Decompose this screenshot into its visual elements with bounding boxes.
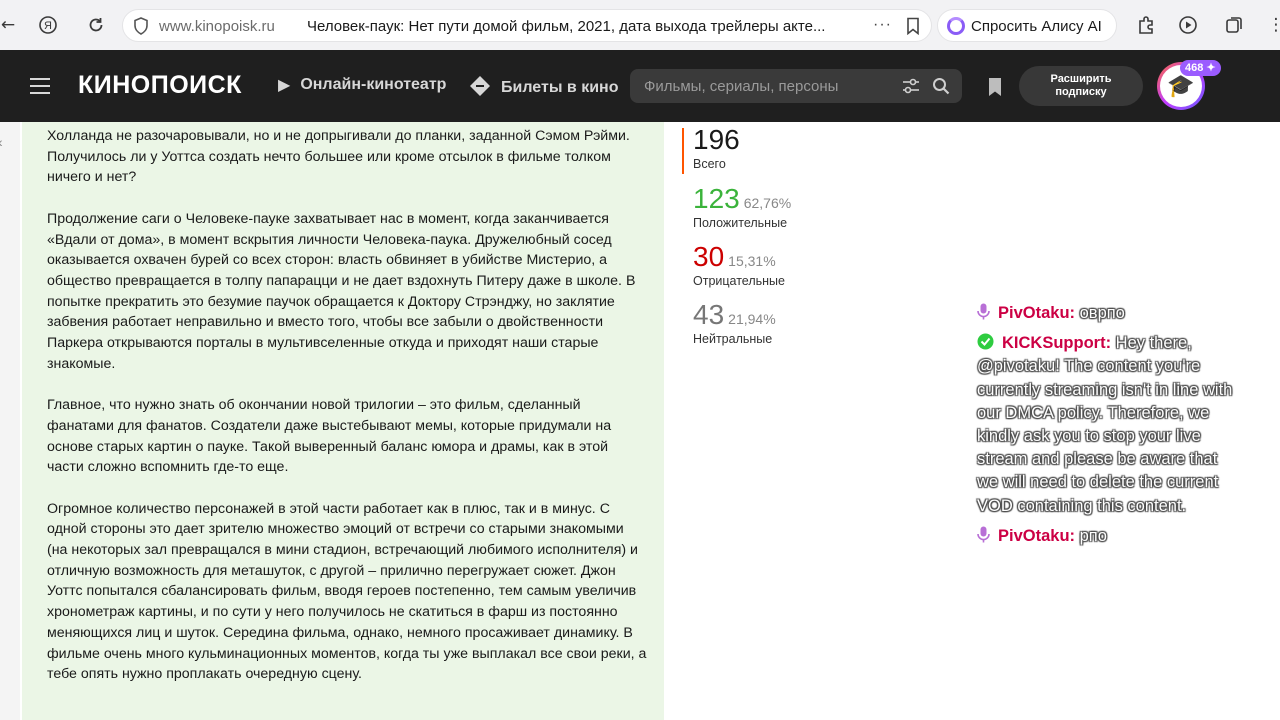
nav-cinema-tickets-label: Билеты в кино bbox=[501, 79, 619, 96]
review-paragraph: Холланда не разочаровывали, но и не допр… bbox=[47, 128, 630, 186]
stat-positive-pct: 62,76% bbox=[743, 195, 792, 211]
review-card: Холланда не разочаровывали, но и не допр… bbox=[22, 122, 664, 720]
nav-online-cinema-label: Онлайн-кинотеатр bbox=[300, 75, 447, 93]
ticket-icon bbox=[469, 75, 491, 101]
chat-username[interactable]: KICKSupport bbox=[1002, 334, 1106, 352]
review-paragraph: Продолжение саги о Человеке-пауке захват… bbox=[47, 210, 636, 372]
alice-label: Спросить Алису AI bbox=[971, 18, 1102, 35]
svg-text:Я: Я bbox=[44, 20, 52, 32]
search-icon[interactable] bbox=[932, 77, 950, 95]
browser-toolbar: ← Я www.kinopoisk.ru Человек-паук: Нет п… bbox=[0, 0, 1280, 50]
media-icon[interactable] bbox=[1176, 13, 1200, 37]
stat-neutral-label: Нейтральные bbox=[693, 332, 773, 346]
stat-negative[interactable]: 30 15,31% Отрицательные bbox=[693, 241, 785, 288]
mic-icon bbox=[977, 526, 990, 543]
chat-separator: : bbox=[1069, 304, 1076, 322]
kinopoisk-logo[interactable]: КИНОПОИСК bbox=[78, 71, 242, 100]
chat-text: Hey there, @pivotaku! The content you're… bbox=[977, 334, 1233, 515]
review-paragraph: Главное, что нужно знать об окончании но… bbox=[47, 397, 612, 476]
stat-positive-value: 123 bbox=[693, 183, 740, 214]
alice-icon bbox=[947, 17, 965, 35]
left-edge-panel: ‹ bbox=[0, 122, 20, 720]
page-tab-title[interactable]: Человек-паук: Нет пути домой фильм, 2021… bbox=[307, 18, 825, 35]
upgrade-label-line2: подписку bbox=[1055, 86, 1107, 98]
bookmark-icon[interactable] bbox=[905, 17, 921, 35]
stat-neutral[interactable]: 43 21,94% Нейтральные bbox=[693, 299, 776, 346]
stat-total: 196 Всего bbox=[693, 124, 740, 171]
chat-separator: : bbox=[1069, 526, 1076, 545]
stat-total-value: 196 bbox=[693, 124, 740, 155]
bookmark-icon[interactable] bbox=[987, 77, 1003, 97]
chevron-left-icon[interactable]: ‹ bbox=[0, 134, 3, 150]
chat-text: оврпо bbox=[1079, 304, 1125, 322]
hamburger-menu-icon[interactable] bbox=[30, 78, 50, 94]
upgrade-subscription-button[interactable]: Расширить подписку bbox=[1019, 66, 1143, 106]
chat-username[interactable]: PivOtaku bbox=[998, 527, 1070, 545]
menu-dots-icon[interactable]: ⋮ bbox=[1264, 13, 1280, 37]
notification-badge: 468 ✦ bbox=[1180, 60, 1221, 76]
upgrade-label-line1: Расширить bbox=[1050, 73, 1112, 85]
nav-cinema-tickets[interactable]: Билеты в кино bbox=[469, 75, 618, 101]
chat-separator: : bbox=[1105, 334, 1112, 353]
stat-positive-label: Положительные bbox=[693, 216, 788, 230]
search-box[interactable] bbox=[630, 69, 962, 103]
more-icon[interactable]: ··· bbox=[873, 16, 892, 34]
badge-count: 468 bbox=[1185, 62, 1204, 74]
stat-neutral-value: 43 bbox=[693, 299, 725, 330]
site-header: КИНОПОИСК ▶ Онлайн-кинотеатр Билеты в ки… bbox=[0, 50, 1280, 122]
stream-chat-overlay: PivOtaku: оврпо KICKSupport: Hey there, … bbox=[977, 302, 1237, 555]
chat-message: PivOtaku: рпо bbox=[977, 525, 1237, 548]
stat-positive[interactable]: 123 62,76% Положительные bbox=[693, 183, 791, 230]
stat-total-label: Всего bbox=[693, 157, 726, 171]
chat-text: рпо bbox=[1079, 526, 1107, 545]
stat-negative-label: Отрицательные bbox=[693, 274, 785, 288]
chat-message: KICKSupport: Hey there, @pivotaku! The c… bbox=[977, 332, 1237, 518]
shield-icon[interactable] bbox=[133, 17, 149, 35]
stat-neutral-pct: 21,94% bbox=[728, 311, 776, 327]
back-icon[interactable]: ← bbox=[0, 13, 20, 37]
reload-icon[interactable] bbox=[84, 13, 108, 37]
search-input[interactable] bbox=[644, 76, 874, 96]
address-domain[interactable]: www.kinopoisk.ru bbox=[159, 18, 275, 35]
address-bar[interactable]: www.kinopoisk.ru Человек-паук: Нет пути … bbox=[122, 9, 932, 42]
verified-icon bbox=[977, 333, 994, 350]
review-paragraph: Огромное количество персонажей в этой ча… bbox=[47, 500, 647, 683]
mic-icon bbox=[977, 303, 990, 320]
filter-icon[interactable] bbox=[902, 78, 920, 94]
chat-message: PivOtaku: оврпо bbox=[977, 302, 1237, 325]
alice-button[interactable]: Спросить Алису AI bbox=[937, 9, 1117, 42]
chat-username[interactable]: PivOtaku bbox=[998, 304, 1070, 322]
stat-negative-pct: 15,31% bbox=[728, 253, 776, 269]
collections-icon[interactable] bbox=[1222, 13, 1246, 37]
extensions-icon[interactable] bbox=[1134, 13, 1158, 37]
yandex-icon[interactable]: Я bbox=[36, 13, 60, 37]
nav-online-cinema[interactable]: ▶ Онлайн-кинотеатр bbox=[278, 75, 446, 94]
stat-negative-value: 30 bbox=[693, 241, 725, 272]
stats-accent-bar bbox=[682, 128, 684, 174]
play-icon: ▶ bbox=[278, 75, 291, 94]
review-body: Холланда не разочаровывали, но и не допр… bbox=[47, 126, 647, 706]
